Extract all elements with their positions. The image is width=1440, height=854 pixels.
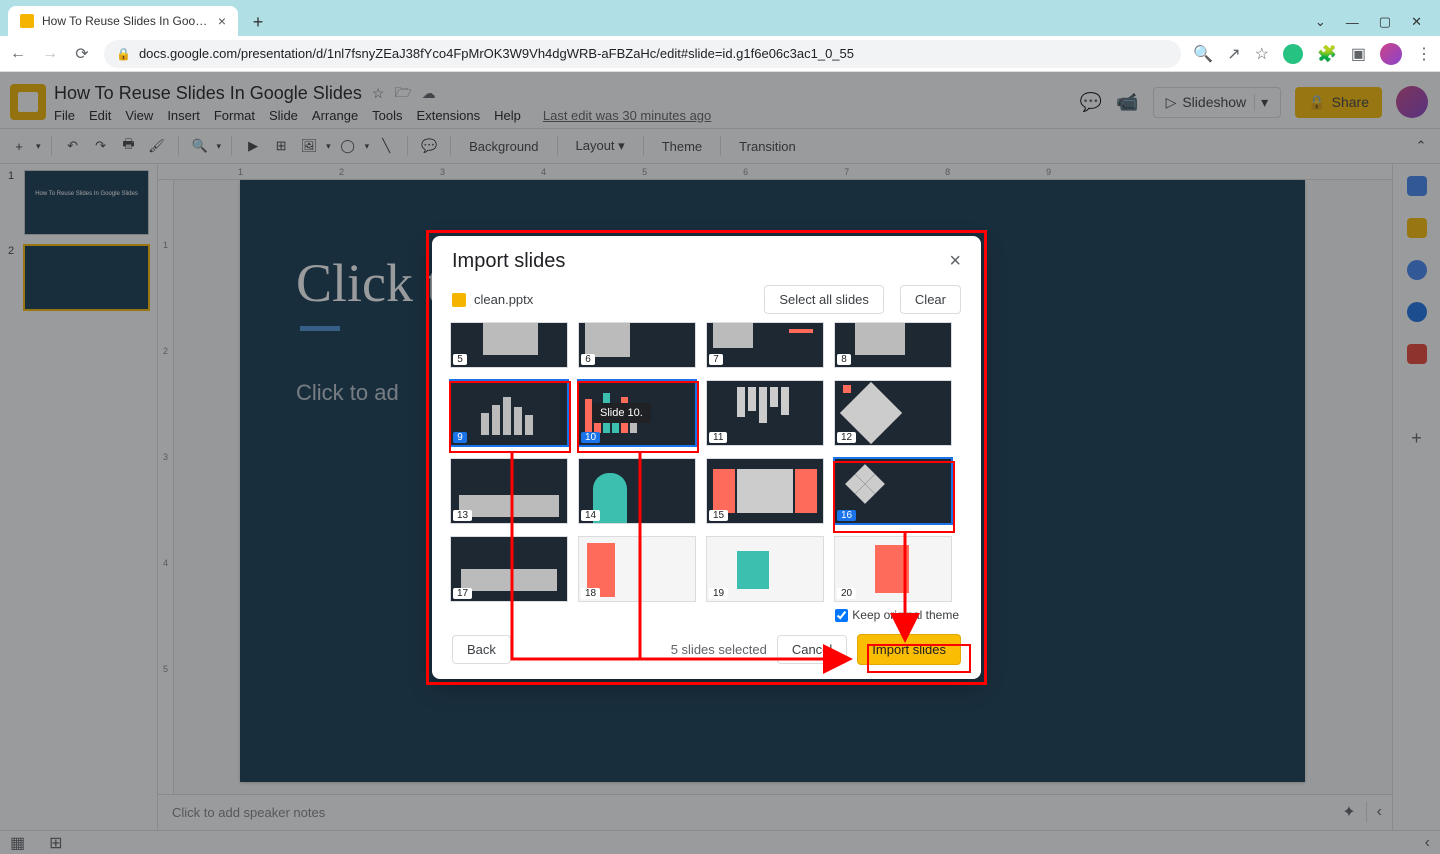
profile-avatar[interactable] bbox=[1380, 43, 1402, 65]
import-slides-dialog: Import slides × clean.pptx Select all sl… bbox=[432, 236, 981, 679]
forward-icon[interactable]: → bbox=[40, 44, 60, 64]
minimize-icon[interactable]: — bbox=[1346, 15, 1359, 30]
window-controls: ⌄ — ▢ ✕ bbox=[1315, 14, 1432, 36]
bookmark-icon[interactable]: ☆ bbox=[1255, 44, 1269, 64]
import-slide-12[interactable]: 12 bbox=[834, 380, 952, 446]
chevron-down-icon[interactable]: ⌄ bbox=[1315, 14, 1326, 30]
import-slide-14[interactable]: 14 bbox=[578, 458, 696, 524]
dialog-title: Import slides bbox=[452, 250, 949, 273]
import-slide-10[interactable]: Slide 10. 10 bbox=[578, 380, 696, 446]
import-slide-9[interactable]: 9 bbox=[450, 380, 568, 446]
file-icon bbox=[452, 293, 466, 307]
chrome-menu-icon[interactable]: ⋮ bbox=[1416, 44, 1432, 64]
import-slide-16[interactable]: 16 bbox=[834, 458, 952, 524]
tab-title: How To Reuse Slides In Google S bbox=[42, 14, 210, 28]
address-bar[interactable]: 🔒 docs.google.com/presentation/d/1nl7fsn… bbox=[104, 40, 1181, 68]
import-slide-17[interactable]: 17 bbox=[450, 536, 568, 602]
browser-tab-strip: How To Reuse Slides In Google S × + ⌄ — … bbox=[0, 0, 1440, 36]
reload-icon[interactable]: ⟳ bbox=[72, 44, 92, 64]
tooltip: Slide 10. bbox=[592, 403, 651, 423]
back-button[interactable]: Back bbox=[452, 635, 511, 664]
clear-button[interactable]: Clear bbox=[900, 285, 961, 314]
import-slide-5[interactable]: 5 bbox=[450, 322, 568, 368]
close-icon[interactable]: × bbox=[949, 250, 961, 273]
select-all-button[interactable]: Select all slides bbox=[764, 285, 884, 314]
share-url-icon[interactable]: ↗ bbox=[1227, 44, 1240, 64]
url-text: docs.google.com/presentation/d/1nl7fsnyZ… bbox=[139, 46, 854, 61]
import-slide-19[interactable]: 19 bbox=[706, 536, 824, 602]
extensions-icon[interactable]: 🧩 bbox=[1317, 44, 1337, 64]
close-window-icon[interactable]: ✕ bbox=[1411, 14, 1422, 30]
source-filename: clean.pptx bbox=[474, 292, 756, 307]
zoom-icon[interactable]: 🔍 bbox=[1193, 44, 1213, 64]
keep-theme-row[interactable]: Keep original theme bbox=[432, 602, 981, 624]
import-slide-15[interactable]: 15 bbox=[706, 458, 824, 524]
extension-icon[interactable] bbox=[1283, 44, 1303, 64]
import-slide-8[interactable]: 8 bbox=[834, 322, 952, 368]
slides-favicon bbox=[20, 14, 34, 28]
back-icon[interactable]: ← bbox=[8, 44, 28, 64]
import-slide-18[interactable]: 18 bbox=[578, 536, 696, 602]
import-slide-7[interactable]: 7 bbox=[706, 322, 824, 368]
import-slide-6[interactable]: 6 bbox=[578, 322, 696, 368]
cancel-button[interactable]: Cancel bbox=[777, 635, 847, 664]
keep-theme-checkbox[interactable] bbox=[835, 609, 848, 622]
selected-count: 5 slides selected bbox=[671, 642, 767, 657]
lock-icon: 🔒 bbox=[116, 47, 131, 61]
sidepanel-icon[interactable]: ▣ bbox=[1351, 44, 1366, 64]
import-button[interactable]: Import slides bbox=[857, 634, 961, 665]
import-slide-20[interactable]: 20 bbox=[834, 536, 952, 602]
browser-toolbar: ← → ⟳ 🔒 docs.google.com/presentation/d/1… bbox=[0, 36, 1440, 72]
browser-tab[interactable]: How To Reuse Slides In Google S × bbox=[8, 6, 238, 36]
import-slide-11[interactable]: 11 bbox=[706, 380, 824, 446]
maximize-icon[interactable]: ▢ bbox=[1379, 14, 1391, 30]
import-slide-13[interactable]: 13 bbox=[450, 458, 568, 524]
close-tab-icon[interactable]: × bbox=[218, 13, 226, 29]
slide-grid: 5 6 7 8 9 Slide 10. bbox=[450, 322, 963, 602]
new-tab-button[interactable]: + bbox=[244, 8, 272, 36]
